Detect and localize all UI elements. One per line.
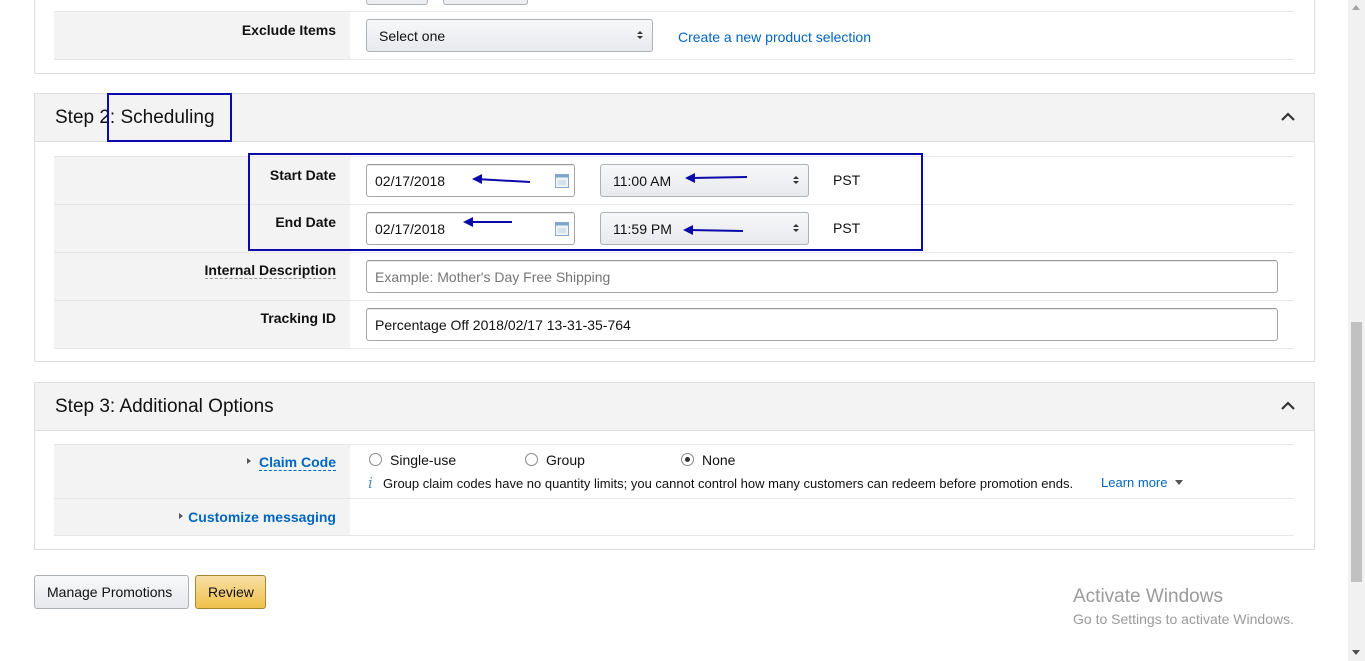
- radio-group-label[interactable]: Group: [546, 452, 585, 468]
- row-label-cell: Exclude Items: [54, 12, 350, 59]
- customize-messaging-label[interactable]: Customize messaging: [188, 509, 336, 525]
- radio-none-label[interactable]: None: [702, 452, 735, 468]
- info-icon: i: [368, 474, 373, 492]
- row-label-cell: Internal Description: [54, 253, 350, 300]
- row-label-cell: Customize messaging: [54, 499, 350, 535]
- activate-windows-subtitle: Go to Settings to activate Windows.: [1073, 611, 1294, 627]
- caret-right-icon: [179, 513, 183, 519]
- radio-single-use[interactable]: [369, 453, 382, 466]
- chevron-up-icon[interactable]: [1280, 398, 1296, 414]
- row-label-cell: Tracking ID: [54, 301, 350, 348]
- activate-windows-title: Activate Windows: [1073, 586, 1223, 607]
- row-label-cell: Claim Code: [54, 445, 350, 498]
- partial-button-left[interactable]: [366, 0, 428, 5]
- internal-description-placeholder: Example: Mother's Day Free Shipping: [375, 269, 611, 285]
- select-arrows-icon: [637, 31, 643, 39]
- internal-description-label: Internal Description: [204, 262, 336, 279]
- exclude-items-label: Exclude Items: [241, 22, 336, 38]
- tracking-id-input[interactable]: Percentage Off 2018/02/17 13-31-35-764: [366, 308, 1278, 341]
- radio-group[interactable]: [525, 453, 538, 466]
- review-button[interactable]: Review: [195, 575, 266, 609]
- exclude-items-select-value: Select one: [379, 28, 446, 44]
- tracking-id-label: Tracking ID: [260, 310, 336, 326]
- learn-more-link[interactable]: Learn more: [1101, 475, 1167, 490]
- scroll-up-arrow-icon[interactable]: [1352, 5, 1360, 10]
- annotation-box-title: [107, 93, 232, 142]
- scrollbar-thumb[interactable]: [1351, 322, 1362, 582]
- caret-down-icon[interactable]: [1175, 480, 1183, 485]
- claim-code-label[interactable]: Claim Code: [258, 454, 336, 471]
- claim-info-text: Group claim codes have no quantity limit…: [383, 476, 1074, 491]
- customize-messaging-row: Customize messaging: [54, 499, 1294, 536]
- exclude-items-row: Exclude Items: [54, 11, 1294, 60]
- tracking-id-value: Percentage Off 2018/02/17 13-31-35-764: [375, 317, 631, 333]
- vertical-scrollbar[interactable]: [1348, 0, 1365, 661]
- create-product-selection-link[interactable]: Create a new product selection: [678, 29, 871, 45]
- radio-single-use-label[interactable]: Single-use: [390, 452, 456, 468]
- manage-promotions-button[interactable]: Manage Promotions: [34, 575, 189, 609]
- scroll-down-arrow-icon[interactable]: [1352, 650, 1360, 655]
- internal-description-input[interactable]: Example: Mother's Day Free Shipping: [366, 260, 1278, 293]
- step3-header[interactable]: Step 3: Additional Options: [35, 383, 1314, 431]
- annotation-arrows: [463, 173, 748, 235]
- exclude-items-select[interactable]: Select one: [366, 19, 653, 52]
- step3-title: Step 3: Additional Options: [55, 396, 274, 417]
- caret-right-icon: [247, 458, 251, 464]
- chevron-up-icon[interactable]: [1280, 109, 1296, 125]
- radio-none[interactable]: [681, 453, 694, 466]
- partial-button-right[interactable]: [443, 0, 528, 5]
